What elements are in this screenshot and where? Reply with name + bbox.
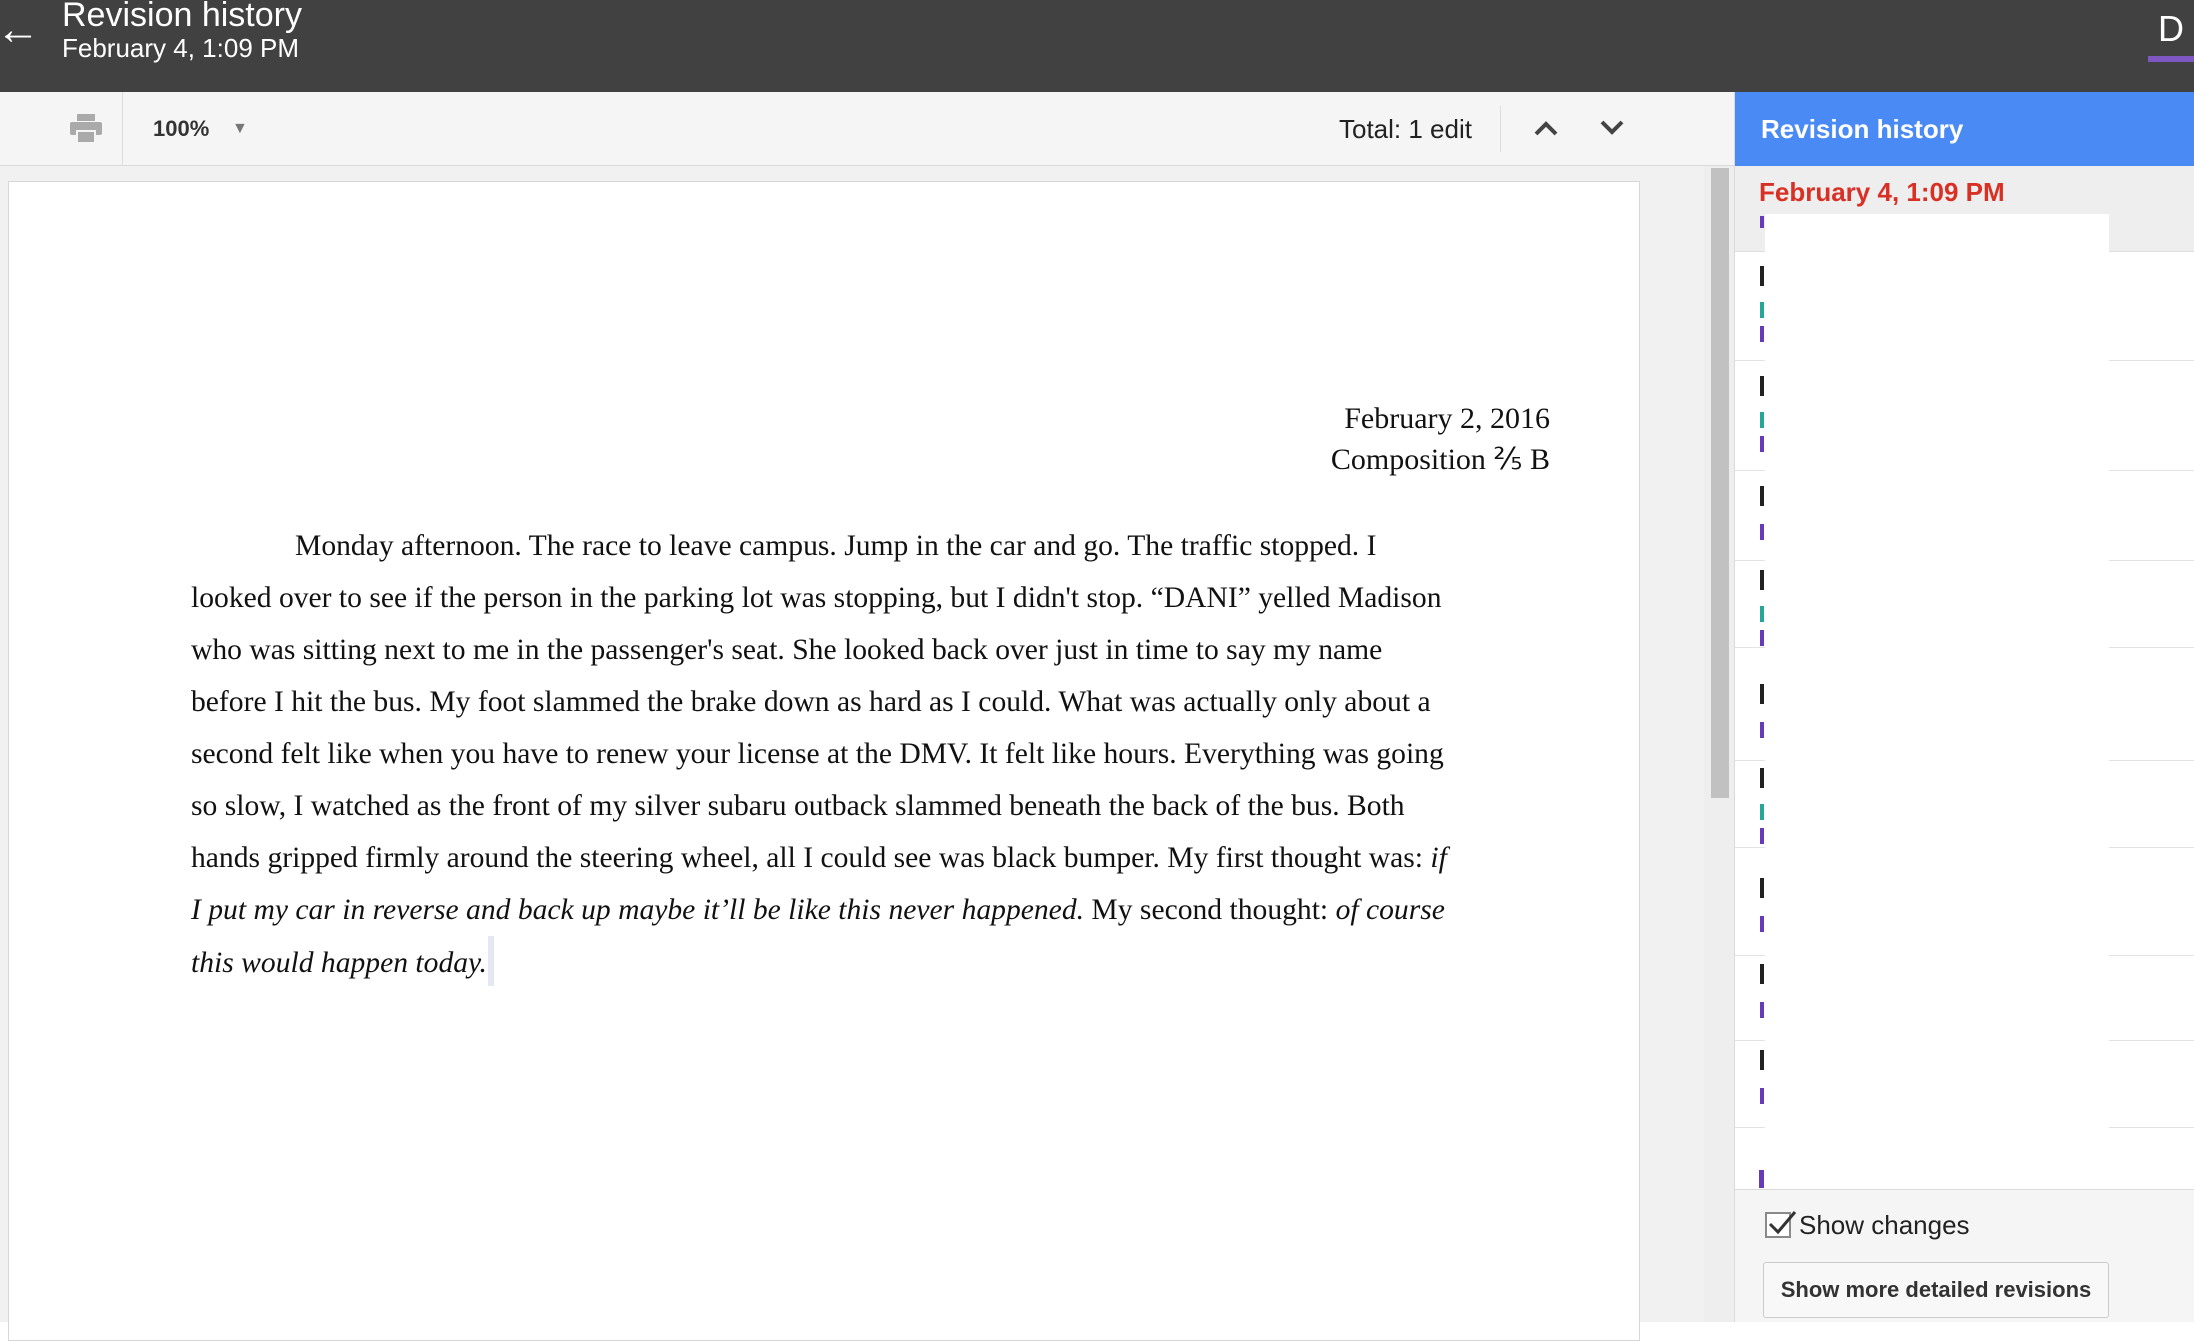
revision-marker [1760, 486, 1764, 506]
author-color-marker [1760, 436, 1764, 452]
total-edits: Total: 1 edit [1339, 114, 1472, 144]
author-color-marker [1760, 1002, 1764, 1018]
author-color-marker [1760, 1088, 1764, 1104]
caret-down-icon[interactable]: ▼ [232, 116, 248, 142]
chevron-up-icon[interactable] [1526, 108, 1566, 148]
text-cursor [487, 936, 494, 986]
document-area: February 2, 2016 Composition ⅖ B Monday … [0, 166, 1734, 1341]
revision-timestamp: February 4, 1:09 PM [62, 33, 299, 63]
revision-marker [1760, 266, 1764, 286]
author-color-marker [1760, 804, 1764, 820]
show-changes-label[interactable]: Show changes [1799, 1208, 1970, 1242]
top-bar: ← Revision history February 4, 1:09 PM D [0, 0, 2194, 92]
revision-marker [1760, 878, 1764, 898]
document-course: Composition ⅖ B [1330, 443, 1550, 476]
scrollbar-thumb[interactable] [1711, 168, 1729, 798]
document-body: Monday afternoon. The race to leave camp… [191, 520, 1461, 989]
author-color-marker [1760, 326, 1764, 342]
author-color-marker [1760, 606, 1764, 622]
author-color-marker [1760, 630, 1764, 646]
author-color-marker [1760, 216, 1764, 228]
paragraph-text: My second thought: [1084, 894, 1336, 926]
revision-marker [1760, 1050, 1764, 1070]
page-title: Revision history [62, 0, 302, 34]
toolbar-divider [122, 92, 123, 166]
show-detailed-revisions-button[interactable]: Show more detailed revisions [1763, 1262, 2109, 1318]
revision-marker [1760, 684, 1764, 704]
document-date: February 2, 2016 [1344, 402, 1550, 435]
arrow-left-icon[interactable]: ← [0, 6, 40, 54]
author-color-marker [1760, 828, 1764, 844]
toolbar-divider [1500, 106, 1501, 152]
author-color-marker [1760, 302, 1764, 318]
author-name-fragment [1759, 1170, 1772, 1188]
checkmark-icon[interactable] [1765, 1206, 1799, 1240]
chevron-down-icon[interactable] [1592, 108, 1632, 148]
redacted-region [1765, 214, 2109, 1178]
revision-marker [1760, 964, 1764, 984]
sidebar-title: Revision history [1735, 92, 2194, 166]
paragraph: Monday afternoon. The race to leave camp… [191, 520, 1461, 989]
revision-sidebar: Revision history February 4, 1:09 PM Sho… [1734, 92, 2194, 1322]
toolbar: 100% ▼ Total: 1 edit [0, 92, 1734, 166]
author-color-marker [1760, 722, 1764, 738]
paragraph-text: Monday afternoon. The race to leave camp… [191, 530, 1444, 874]
print-icon[interactable] [68, 114, 104, 144]
revision-marker [1760, 768, 1764, 788]
revision-date: February 4, 1:09 PM [1759, 177, 2005, 207]
author-color-marker [1760, 412, 1764, 428]
revision-marker [1760, 570, 1764, 590]
author-color-marker [1760, 916, 1764, 932]
avatar[interactable]: D [2148, 0, 2194, 62]
revision-marker [1760, 376, 1764, 396]
document-heading: February 2, 2016 Composition ⅖ B [1331, 398, 1550, 480]
zoom-select[interactable]: 100% [153, 114, 209, 144]
sidebar-footer: Show changes Show more detailed revision… [1735, 1189, 2194, 1322]
author-color-marker [1760, 524, 1764, 540]
